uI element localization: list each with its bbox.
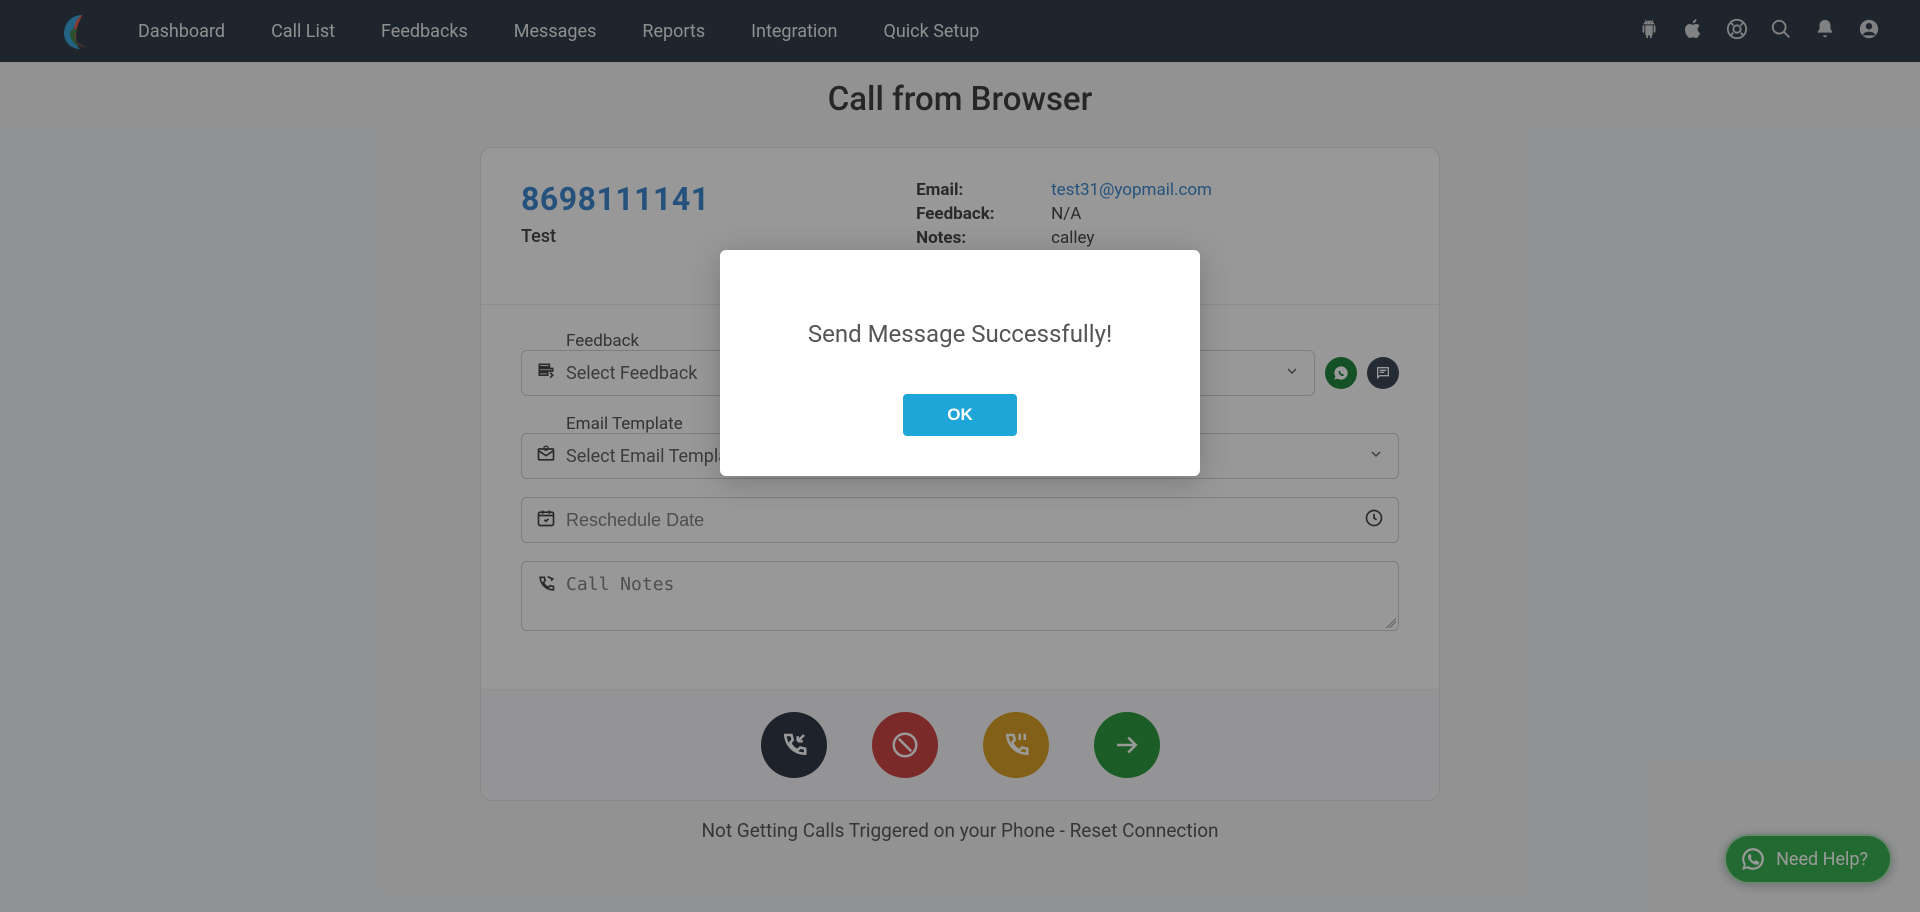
modal-ok-button[interactable]: OK	[903, 394, 1017, 436]
modal-overlay[interactable]: Send Message Successfully! OK	[0, 0, 1920, 912]
feedback-field-label: Feedback	[566, 331, 639, 351]
modal-message: Send Message Successfully!	[750, 320, 1170, 348]
email-template-label: Email Template	[566, 414, 683, 434]
success-modal: Send Message Successfully! OK	[720, 250, 1200, 476]
